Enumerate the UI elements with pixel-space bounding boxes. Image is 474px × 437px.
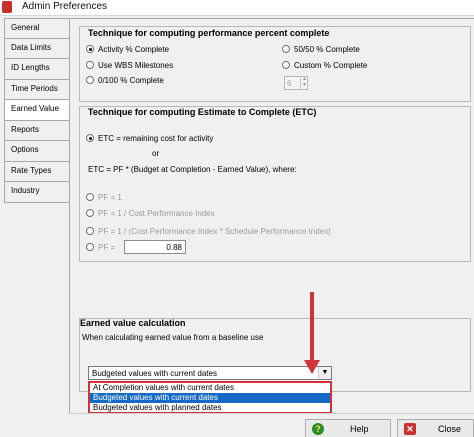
fifty-fifty-label: 50/50 % Complete (294, 45, 360, 54)
tab-rate-types[interactable]: Rate Types (4, 161, 70, 182)
tab-reports[interactable]: Reports (4, 120, 70, 141)
close-button-label: Close (438, 424, 462, 434)
spinner-value: 6 (287, 79, 292, 88)
tab-options[interactable]: Options (4, 141, 70, 162)
close-icon: ✕ (404, 423, 416, 435)
option-budgeted-current[interactable]: Budgeted values with current dates (90, 393, 330, 403)
etc-remaining-radio[interactable] (86, 134, 94, 142)
etc-remaining-label: ETC = remaining cost for activity (98, 134, 214, 143)
etc-or-text: or (152, 149, 160, 158)
tab-general[interactable]: General (4, 18, 70, 39)
help-button[interactable]: ? Help (305, 419, 391, 437)
tab-data-limits[interactable]: Data Limits (4, 38, 70, 59)
pf-cpi-spi-label: PF = 1 / (Cost Performance Index * Sched… (98, 227, 331, 236)
etc-group (79, 106, 471, 262)
percent-complete-title: Technique for computing performance perc… (88, 28, 330, 38)
pf-cpi-label: PF = 1 / Cost Performance Index (98, 209, 215, 218)
tab-earned-value[interactable]: Earned Value (4, 100, 70, 121)
option-budgeted-planned[interactable]: Budgeted values with planned dates (90, 403, 330, 413)
etc-title: Technique for computing Estimate to Comp… (88, 107, 317, 117)
tab-id-lengths[interactable]: ID Lengths (4, 59, 70, 80)
custom-percent-radio[interactable] (282, 61, 290, 69)
help-button-label: Help (350, 424, 369, 434)
tab-time-periods[interactable]: Time Periods (4, 79, 70, 100)
custom-percent-label: Custom % Complete (294, 61, 368, 70)
option-at-completion-current[interactable]: At Completion values with current dates (90, 383, 330, 393)
ev-calc-options-list: At Completion values with current dates … (88, 381, 332, 414)
tab-industry[interactable]: Industry (4, 182, 70, 203)
wbs-milestones-label: Use WBS Milestones (98, 61, 174, 70)
button-bar: ? Help ✕ Close (69, 413, 474, 437)
activity-percent-label: Activity % Complete (98, 45, 170, 54)
custom-percent-spinner[interactable]: 6 ▲ ▼ (284, 76, 308, 90)
annotation-arrow-head (304, 360, 320, 374)
etc-formula-text: ETC = PF * (Budget at Completion - Earne… (88, 165, 297, 174)
pf-one-radio[interactable] (86, 193, 94, 201)
pf-custom-radio[interactable] (86, 243, 94, 251)
spin-down-icon[interactable]: ▼ (302, 83, 307, 88)
spinner-arrows[interactable]: ▲ ▼ (300, 77, 307, 89)
annotation-arrow-shaft (310, 292, 314, 362)
pf-value-text: 0.88 (166, 243, 182, 252)
pf-cpi-spi-radio[interactable] (86, 227, 94, 235)
app-icon (2, 1, 12, 13)
close-button[interactable]: ✕ Close (397, 419, 474, 437)
zero-hundred-label: 0/100 % Complete (98, 76, 164, 85)
ev-calc-title: Earned value calculation (80, 318, 186, 328)
tab-list: General Data Limits ID Lengths Time Peri… (4, 18, 70, 203)
title-bar: Admin Preferences (0, 0, 474, 16)
activity-percent-radio[interactable] (86, 45, 94, 53)
wbs-milestones-radio[interactable] (86, 61, 94, 69)
ev-calc-description: When calculating earned value from a bas… (82, 333, 264, 342)
help-icon: ? (312, 423, 324, 435)
fifty-fifty-radio[interactable] (282, 45, 290, 53)
zero-hundred-radio[interactable] (86, 76, 94, 84)
pf-value-input[interactable]: 0.88 (124, 240, 186, 254)
pf-one-label: PF = 1 (98, 193, 122, 202)
ev-calc-dropdown[interactable]: Budgeted values with current dates ▼ (88, 366, 332, 380)
ev-calc-selected-value: Budgeted values with current dates (92, 369, 217, 378)
window-title: Admin Preferences (22, 1, 108, 12)
pf-custom-label: PF = (98, 243, 116, 252)
pf-cpi-radio[interactable] (86, 209, 94, 217)
